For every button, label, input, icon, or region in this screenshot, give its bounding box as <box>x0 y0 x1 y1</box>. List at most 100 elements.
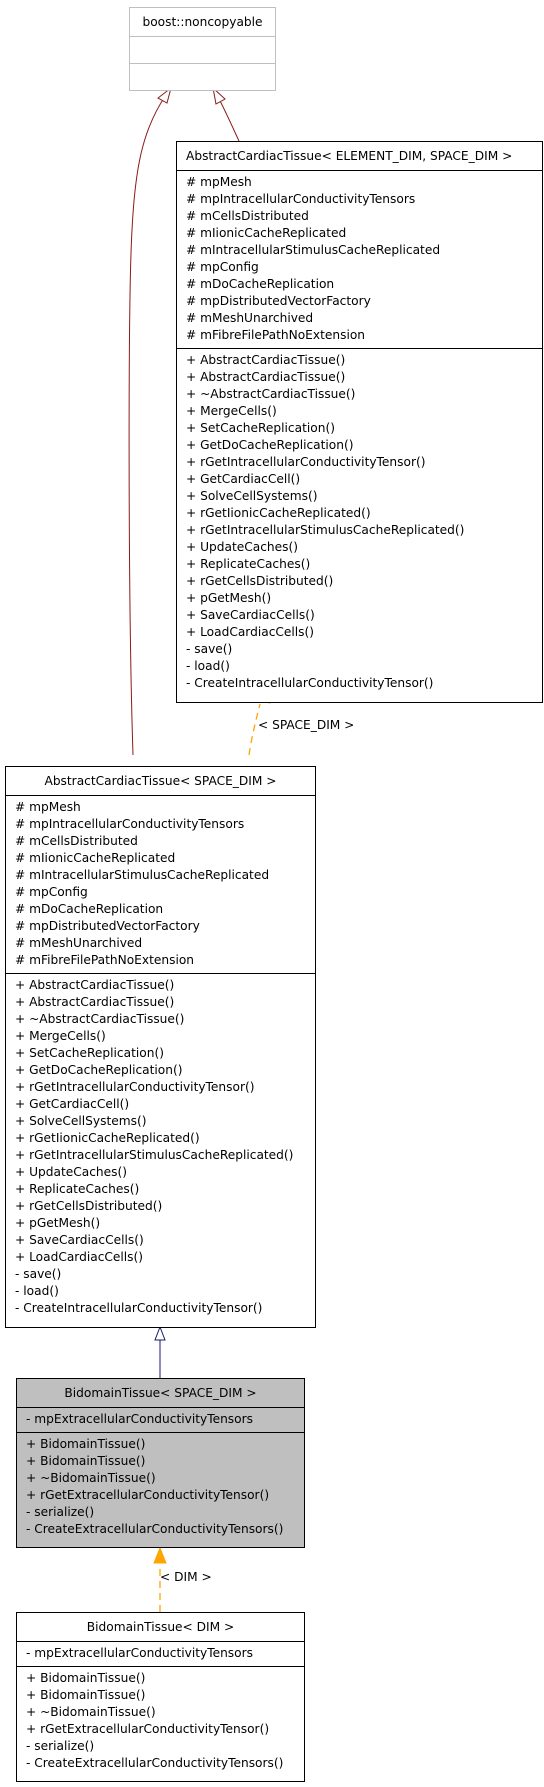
class-name: AbstractCardiacTissue< ELEMENT_DIM, SPAC… <box>177 142 542 171</box>
attribute-item: # mIntracellularStimulusCacheReplicated <box>186 243 441 257</box>
method-item: - save() <box>15 1267 62 1281</box>
attribute-item: # mMeshUnarchived <box>186 311 314 325</box>
class-abstract-cardiac-tissue-space-dim[interactable]: AbstractCardiacTissue< SPACE_DIM > # mpM… <box>5 766 316 1328</box>
method-item: - serialize() <box>26 1739 95 1753</box>
attribute-item: # mpConfig <box>15 885 88 899</box>
attribute-item: # mIionicCacheReplicated <box>186 226 347 240</box>
method-item: + pGetMesh() <box>186 591 272 605</box>
attributes-section: # mpMesh # mpIntracellularConductivityTen… <box>6 796 315 974</box>
method-item: - load() <box>186 659 230 673</box>
method-item: + LoadCardiacCells() <box>15 1250 144 1264</box>
template-arrowhead-icon <box>153 1546 167 1564</box>
method-item: + AbstractCardiacTissue() <box>186 353 346 367</box>
method-item: - CreateExtracellularConductivityTensors… <box>26 1522 284 1536</box>
class-name: BidomainTissue< DIM > <box>17 1613 304 1642</box>
method-item: + SolveCellSystems() <box>15 1114 147 1128</box>
attribute-item: # mpMesh <box>15 800 81 814</box>
method-item: + LoadCardiacCells() <box>186 625 315 639</box>
method-item: - serialize() <box>26 1505 95 1519</box>
method-item: + GetDoCacheReplication() <box>186 438 354 452</box>
attribute-item: # mpIntracellularConductivityTensors <box>15 817 245 831</box>
attribute-item: # mpConfig <box>186 260 259 274</box>
attribute-item: # mpDistributedVectorFactory <box>15 919 200 933</box>
method-item: + ReplicateCaches() <box>186 557 311 571</box>
method-item: + rGetIionicCacheReplicated() <box>15 1131 200 1145</box>
attribute-item: # mDoCacheReplication <box>186 277 335 291</box>
class-abstract-cardiac-tissue-generic[interactable]: AbstractCardiacTissue< ELEMENT_DIM, SPAC… <box>176 141 543 703</box>
edge-noncopyable-to-abstract-generic <box>217 96 240 142</box>
method-item: + rGetIntracellularConductivityTensor() <box>15 1080 255 1094</box>
method-item: + rGetIntracellularStimulusCacheReplicat… <box>15 1148 294 1162</box>
attribute-item: # mCellsDistributed <box>186 209 309 223</box>
class-name: AbstractCardiacTissue< SPACE_DIM > <box>6 767 315 796</box>
attribute-item: # mFibreFilePathNoExtension <box>15 953 195 967</box>
class-name: boost::noncopyable <box>130 8 275 37</box>
method-item: + BidomainTissue() <box>26 1437 146 1451</box>
methods-section: + BidomainTissue() + BidomainTissue() + ~B… <box>17 1667 304 1776</box>
attribute-item: - mpExtracellularConductivityTensors <box>26 1412 253 1426</box>
attribute-item: # mpIntracellularConductivityTensors <box>186 192 416 206</box>
method-item: + ~BidomainTissue() <box>26 1471 156 1485</box>
method-item: + GetCardiacCell() <box>186 472 301 486</box>
method-item: + BidomainTissue() <box>26 1454 146 1468</box>
method-item: + SolveCellSystems() <box>186 489 318 503</box>
class-name: BidomainTissue< SPACE_DIM > <box>17 1379 304 1408</box>
attributes-section: - mpExtracellularConductivityTensors <box>17 1408 304 1433</box>
edge-label-dim: < DIM > <box>160 1570 212 1584</box>
method-item: + rGetExtracellularConductivityTensor() <box>26 1722 270 1736</box>
method-item: + AbstractCardiacTissue() <box>15 995 175 1009</box>
method-item: + pGetMesh() <box>15 1216 101 1230</box>
method-item: + rGetCellsDistributed() <box>186 574 334 588</box>
method-item: + UpdateCaches() <box>186 540 298 554</box>
attributes-section: # mpMesh # mpIntracellularConductivityTen… <box>177 171 542 349</box>
method-item: + rGetExtracellularConductivityTensor() <box>26 1488 270 1502</box>
method-item: - CreateIntracellularConductivityTensor(… <box>15 1301 263 1315</box>
methods-section: + AbstractCardiacTissue() + AbstractCardi… <box>177 349 542 696</box>
method-item: + rGetIntracellularConductivityTensor() <box>186 455 426 469</box>
attribute-item: # mFibreFilePathNoExtension <box>186 328 366 342</box>
attribute-item: # mCellsDistributed <box>15 834 138 848</box>
method-item: + SetCacheReplication() <box>15 1046 164 1060</box>
method-item: + SetCacheReplication() <box>186 421 335 435</box>
inheritance-arrowhead-icon <box>154 1325 166 1341</box>
method-item: - load() <box>15 1284 59 1298</box>
methods-section: + BidomainTissue() + BidomainTissue() + ~B… <box>17 1433 304 1542</box>
method-item: + AbstractCardiacTissue() <box>186 370 346 384</box>
method-item: - CreateExtracellularConductivityTensors… <box>26 1756 284 1770</box>
method-item: + BidomainTissue() <box>26 1688 146 1702</box>
method-item: + ~AbstractCardiacTissue() <box>15 1012 185 1026</box>
method-item: + UpdateCaches() <box>15 1165 127 1179</box>
attribute-item: # mDoCacheReplication <box>15 902 164 916</box>
attribute-item: # mpDistributedVectorFactory <box>186 294 371 308</box>
method-item: + MergeCells() <box>15 1029 106 1043</box>
method-item: + AbstractCardiacTissue() <box>15 978 175 992</box>
attribute-item: # mIntracellularStimulusCacheReplicated <box>15 868 270 882</box>
method-item: - CreateIntracellularConductivityTensor(… <box>186 676 434 690</box>
methods-section <box>130 64 275 90</box>
methods-section: + AbstractCardiacTissue() + AbstractCardi… <box>6 974 315 1321</box>
method-item: + SaveCardiacCells() <box>186 608 315 622</box>
attribute-item: # mMeshUnarchived <box>15 936 143 950</box>
class-boost-noncopyable[interactable]: boost::noncopyable <box>129 7 276 91</box>
method-item: + rGetCellsDistributed() <box>15 1199 163 1213</box>
method-item: - save() <box>186 642 233 656</box>
attribute-item: # mpMesh <box>186 175 252 189</box>
method-item: + GetCardiacCell() <box>15 1097 130 1111</box>
attributes-section <box>130 37 275 64</box>
method-item: + rGetIionicCacheReplicated() <box>186 506 371 520</box>
method-item: + ~AbstractCardiacTissue() <box>186 387 356 401</box>
edge-label-space-dim: < SPACE_DIM > <box>258 718 355 732</box>
class-bidomain-tissue-space-dim[interactable]: BidomainTissue< SPACE_DIM > - mpExtracel… <box>16 1378 305 1548</box>
method-item: + MergeCells() <box>186 404 277 418</box>
method-item: + SaveCardiacCells() <box>15 1233 144 1247</box>
method-item: + ~BidomainTissue() <box>26 1705 156 1719</box>
attribute-item: - mpExtracellularConductivityTensors <box>26 1646 253 1660</box>
attribute-item: # mIionicCacheReplicated <box>15 851 176 865</box>
edge-noncopyable-to-abstract-space <box>128 94 167 756</box>
method-item: + ReplicateCaches() <box>15 1182 140 1196</box>
attributes-section: - mpExtracellularConductivityTensors <box>17 1642 304 1667</box>
method-item: + BidomainTissue() <box>26 1671 146 1685</box>
class-bidomain-tissue-dim[interactable]: BidomainTissue< DIM > - mpExtracellularC… <box>16 1612 305 1782</box>
method-item: + GetDoCacheReplication() <box>15 1063 183 1077</box>
method-item: + rGetIntracellularStimulusCacheReplicat… <box>186 523 465 537</box>
